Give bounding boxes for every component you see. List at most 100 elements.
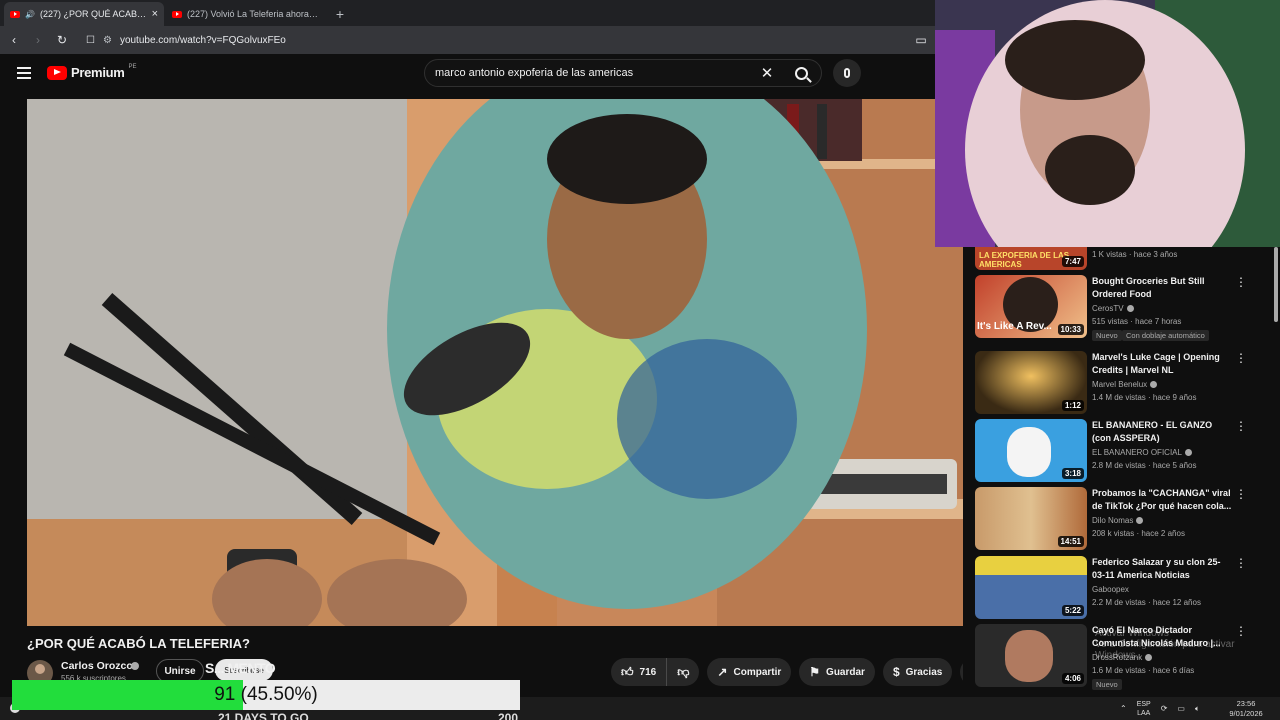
video-thumbnail[interactable]: 3:18 (975, 419, 1087, 482)
youtube-play-icon (47, 65, 67, 80)
video-thumbnail[interactable]: 1:12 (975, 351, 1087, 414)
more-options-icon[interactable]: ⋮ (1235, 419, 1247, 433)
url-field[interactable]: ☐ ⚙ youtube.com/watch?v=FQGolvuxFEo (78, 29, 905, 51)
dislike-button[interactable]: 👎︎ (666, 658, 699, 686)
windows-activation-watermark: Activar Windows Ve a Configuración para … (1095, 628, 1280, 661)
thumbs-down-icon: 👎︎ (677, 664, 690, 679)
new-tab-button[interactable]: + (328, 2, 352, 26)
tab-title: (227) ¿POR QUÉ ACABÓ LA TE (39, 9, 147, 19)
youtube-favicon-icon (10, 10, 20, 18)
browser-tab[interactable]: (227) Volvió La Teleferia ahora en HD (166, 2, 326, 26)
channel-name[interactable]: Gaboopex (1092, 585, 1129, 594)
cast-icon[interactable]: ▭ (913, 32, 929, 48)
network-icon[interactable]: ▭ (1177, 704, 1185, 713)
duration-badge: 5:22 (1061, 605, 1084, 616)
save-button[interactable]: ⚑ Guardar (799, 658, 875, 686)
duration-badge: 1:12 (1061, 400, 1084, 411)
list-item[interactable]: LA EXPOFERIA DE LAS AMERICAS 7:47 1 K vi… (975, 247, 1275, 271)
search-button[interactable] (781, 60, 821, 86)
channel-name[interactable]: Carlos Orozco (61, 660, 133, 672)
video-thumbnail[interactable]: 4:06 (975, 624, 1087, 687)
duration-badge: 3:18 (1061, 468, 1084, 479)
video-thumbnail[interactable]: LA EXPOFERIA DE LAS AMERICAS 7:47 (975, 247, 1087, 270)
video-title: ¿POR QUÉ ACABÓ LA TELEFERIA? (27, 636, 250, 651)
back-icon[interactable]: ‹ (6, 32, 22, 48)
share-label: Compartir (733, 666, 782, 678)
site-info-icon[interactable]: ⚙ (103, 35, 112, 46)
video-title: Bought Groceries But Still Ordered Food (1092, 276, 1205, 299)
forward-icon[interactable]: › (30, 32, 46, 48)
list-item[interactable]: 5:22 Federico Salazar y su clon 25-03-11… (975, 556, 1275, 620)
video-thumbnail[interactable]: 14:51 (975, 487, 1087, 550)
browser-tab-active[interactable]: 🔊 (227) ¿POR QUÉ ACABÓ LA TE × (4, 2, 164, 26)
video-player[interactable] (27, 99, 963, 626)
video-title: EL BANANERO - EL GANZO (con ASSPERA) (1092, 420, 1213, 443)
hamburger-menu-icon[interactable] (17, 67, 31, 79)
more-options-icon[interactable]: ⋮ (1235, 556, 1247, 570)
save-label: Guardar (826, 666, 865, 678)
date: 9/01/2026 (1229, 708, 1263, 718)
thanks-button[interactable]: $ Gracias (882, 658, 953, 686)
video-thumbnail[interactable]: 5:22 (975, 556, 1087, 619)
speaker-icon[interactable]: 🔊 (25, 10, 35, 19)
video-thumbnail[interactable]: It's Like A Rev... 10:33 (975, 275, 1087, 338)
time: 23:56 (1236, 698, 1256, 708)
more-options-icon[interactable]: ⋮ (1235, 487, 1247, 501)
video-meta: 1.6 M de vistas · hace 6 días (1092, 666, 1195, 675)
close-tab-icon[interactable]: × (152, 8, 158, 20)
youtube-favicon-icon (172, 10, 182, 18)
search-input[interactable]: marco antonio expoferia de las americas (425, 67, 753, 79)
more-options-icon[interactable]: ⋮ (1235, 275, 1247, 289)
channel-name[interactable]: EL BANANERO OFICIAL (1092, 448, 1192, 457)
thumbs-up-icon: 👍︎ (621, 664, 634, 679)
super-thanks-icon: $ (892, 665, 900, 679)
address-bar: ‹ › ↻ ☐ ⚙ youtube.com/watch?v=FQGolvuxFE… (0, 26, 935, 54)
clear-search-icon[interactable]: ✕ (753, 64, 781, 82)
overlay-goal-target: 200 (498, 711, 519, 720)
like-count: 716 (639, 666, 657, 678)
duration-badge: 10:33 (1057, 324, 1084, 335)
video-meta: 2.2 M de vistas · hace 12 años (1092, 598, 1201, 607)
list-item[interactable]: 14:51 Probamos la "CACHANGA" viral de Ti… (975, 487, 1275, 551)
watermark-line1: Activar Windows (1095, 628, 1169, 639)
screen: 🔊 (227) ¿POR QUÉ ACABÓ LA TE × (227) Vol… (0, 0, 1280, 720)
new-badge: Nuevo (1092, 330, 1122, 341)
video-title: Federico Salazar y su clon 25-03-11 Amer… (1092, 557, 1221, 580)
clock[interactable]: 23:56 9/01/2026 (1222, 697, 1270, 720)
video-title: Marvel's Luke Cage | Opening Credits | M… (1092, 352, 1220, 375)
logo-country: PE (128, 63, 137, 70)
more-options-icon[interactable]: ⋮ (1235, 351, 1247, 365)
video-meta: 2.8 M de vistas · hace 5 años (1092, 461, 1197, 470)
youtube-header: Premium PE marco antonio expoferia de la… (0, 54, 935, 99)
youtube-logo[interactable]: Premium PE (47, 63, 137, 80)
bookmark-icon[interactable]: ☐ (86, 35, 95, 46)
volume-icon[interactable]: 🔈︎ (1195, 704, 1200, 714)
share-button[interactable]: ↗ Compartir (707, 658, 792, 686)
bookmark-icon: ⚑ (809, 665, 821, 679)
channel-name[interactable]: Dilo Nomas (1092, 516, 1144, 525)
share-icon: ↗ (717, 665, 728, 679)
list-item[interactable]: It's Like A Rev... 10:33 Bought Grocerie… (975, 275, 1275, 341)
list-item[interactable]: 3:18 EL BANANERO - EL GANZO (con ASSPERA… (975, 419, 1275, 483)
verified-icon (1136, 517, 1144, 525)
thumbnail-caption: It's Like A Rev... (977, 321, 1052, 332)
overlay-goal-text: 21 DAYS TO GO (218, 711, 309, 720)
list-item[interactable]: 1:12 Marvel's Luke Cage | Opening Credit… (975, 351, 1275, 415)
language-indicator[interactable]: ESP LAA (1137, 700, 1151, 718)
channel-name[interactable]: Marvel Benelux (1092, 380, 1158, 389)
video-meta: 208 k vistas · hace 2 años (1092, 529, 1185, 538)
reload-icon[interactable]: ↻ (54, 32, 70, 48)
video-meta: 515 vistas · hace 7 horas (1092, 317, 1182, 326)
chevron-up-icon[interactable]: ⌃ (1120, 704, 1127, 713)
channel-name[interactable]: CerosTV (1092, 304, 1134, 313)
goal-progress-text: 91 (45.50%) (214, 684, 318, 705)
sync-icon[interactable]: ⟳ (1161, 704, 1168, 713)
duration-badge: 4:06 (1061, 673, 1084, 684)
logo-text: Premium (71, 65, 125, 80)
like-button[interactable]: 👍︎ 716 (611, 658, 666, 686)
webcam-frame (935, 0, 1280, 247)
duration-badge: 14:51 (1057, 536, 1084, 547)
voice-search-button[interactable] (833, 59, 861, 87)
url-text: youtube.com/watch?v=FQGolvuxFEo (119, 34, 286, 46)
watermark-line2: Ve a Configuración para activar Windows. (1095, 639, 1235, 661)
